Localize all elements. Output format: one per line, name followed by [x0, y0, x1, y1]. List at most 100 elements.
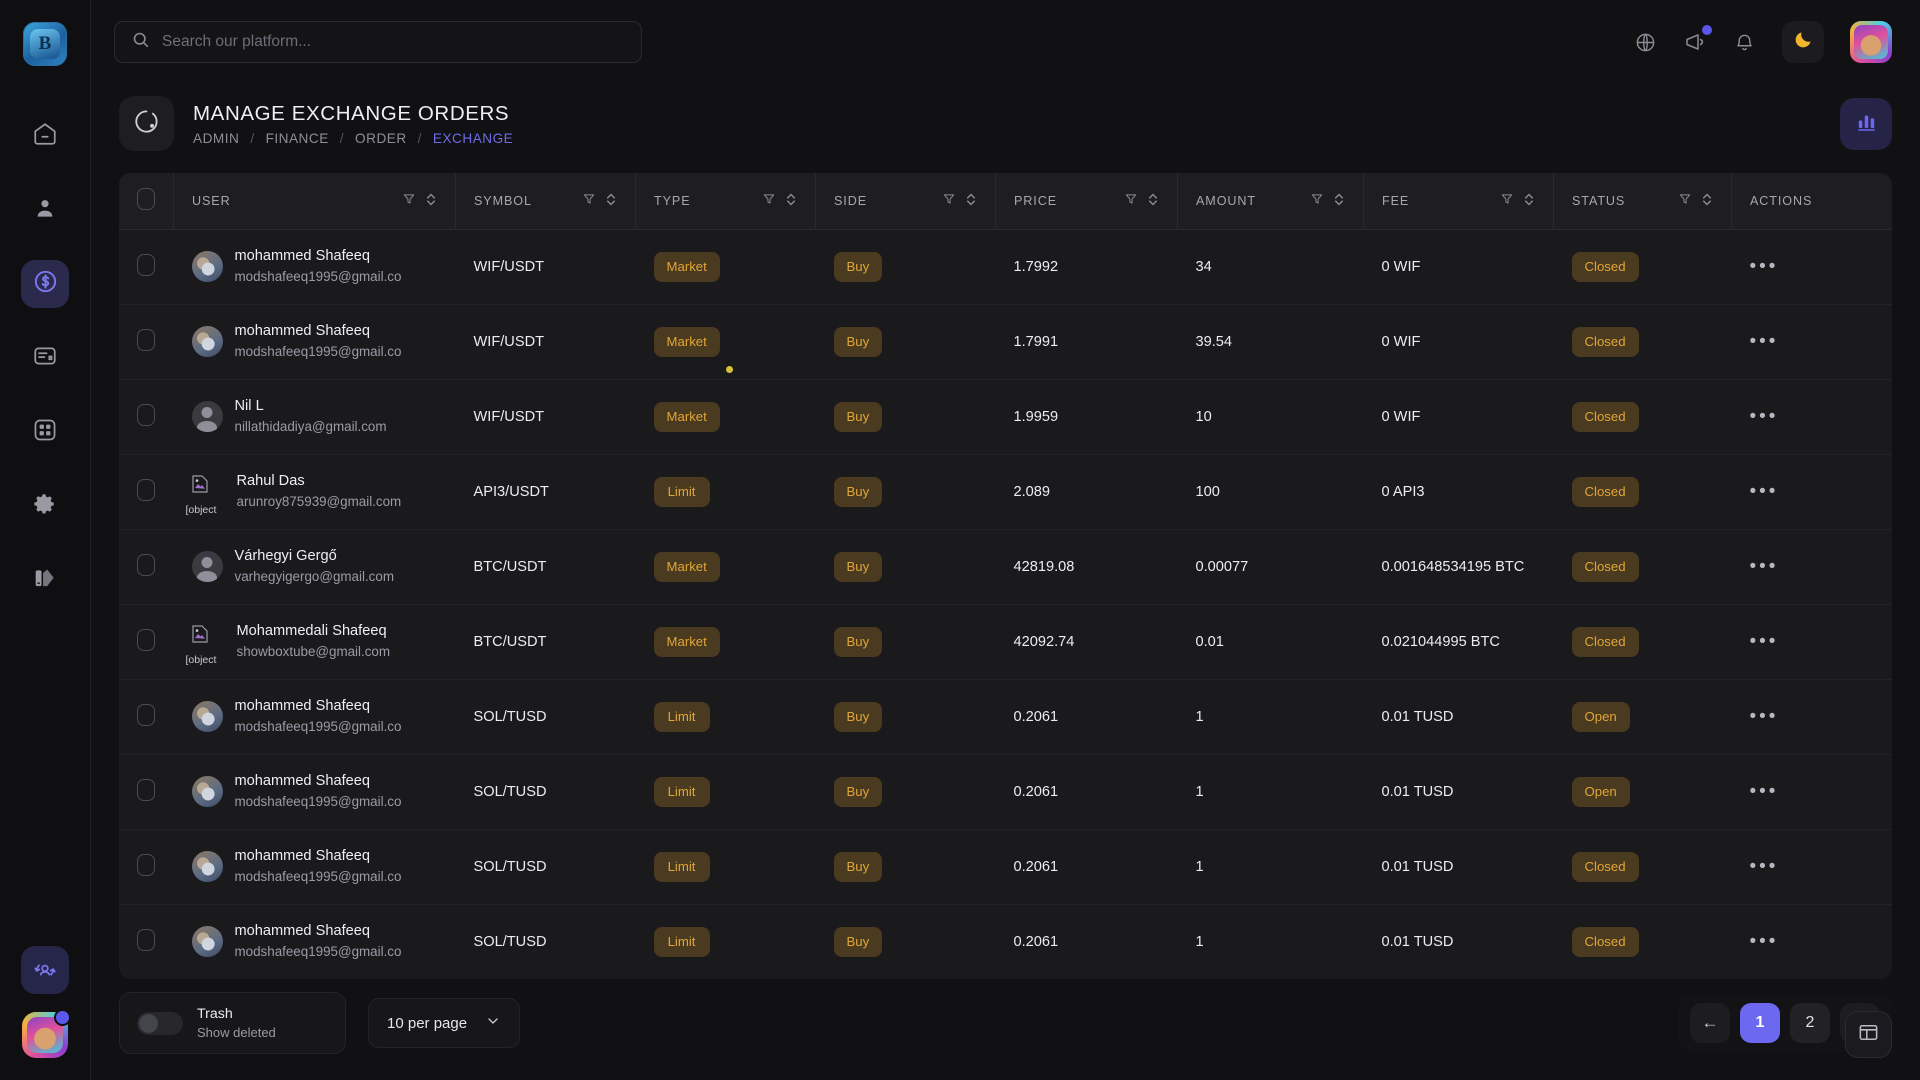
sidebar-item-settings[interactable]: [21, 482, 69, 530]
filter-icon[interactable]: [1124, 192, 1138, 209]
search-bar[interactable]: [114, 21, 642, 63]
sort-icon[interactable]: [605, 192, 617, 210]
sort-icon[interactable]: [1147, 192, 1159, 210]
filter-icon[interactable]: [582, 192, 596, 209]
side-badge[interactable]: Buy: [834, 852, 883, 882]
row-actions-button[interactable]: •••: [1750, 556, 1779, 577]
trash-toggle[interactable]: [137, 1012, 183, 1035]
trash-toggle-card[interactable]: Trash Show deleted: [119, 992, 346, 1054]
sort-icon[interactable]: [965, 192, 977, 210]
row-actions-button[interactable]: •••: [1750, 781, 1779, 802]
row-checkbox[interactable]: [137, 329, 155, 351]
row-actions-button[interactable]: •••: [1750, 706, 1779, 727]
breadcrumb-item-exchange[interactable]: EXCHANGE: [433, 131, 513, 146]
type-badge[interactable]: Market: [654, 627, 720, 657]
notifications-icon[interactable]: [1733, 31, 1756, 54]
status-badge[interactable]: Open: [1572, 702, 1630, 732]
table-row[interactable]: mohammed Shafeeqmodshafeeq1995@gmail.coS…: [119, 754, 1892, 829]
status-badge[interactable]: Open: [1572, 777, 1630, 807]
status-badge[interactable]: Closed: [1572, 327, 1639, 357]
table-row[interactable]: mohammed Shafeeqmodshafeeq1995@gmail.coW…: [119, 304, 1892, 379]
type-badge[interactable]: Limit: [654, 477, 710, 507]
table-row[interactable]: [objectMohammedali Shafeeqshowboxtube@gm…: [119, 604, 1892, 679]
theme-toggle-button[interactable]: [1782, 21, 1824, 63]
user-switch-icon[interactable]: [21, 946, 69, 994]
topbar-avatar[interactable]: [1850, 21, 1892, 63]
pagination-page-2[interactable]: 2: [1790, 1003, 1830, 1043]
side-badge[interactable]: Buy: [834, 627, 883, 657]
row-checkbox[interactable]: [137, 254, 155, 276]
status-badge[interactable]: Closed: [1572, 252, 1639, 282]
status-badge[interactable]: Closed: [1572, 627, 1639, 657]
filter-icon[interactable]: [942, 192, 956, 209]
type-badge[interactable]: Limit: [654, 927, 710, 957]
type-badge[interactable]: Market: [654, 252, 720, 282]
search-input[interactable]: [162, 33, 625, 51]
brand-logo[interactable]: B: [23, 22, 67, 66]
type-badge[interactable]: Limit: [654, 852, 710, 882]
side-badge[interactable]: Buy: [834, 327, 883, 357]
type-badge[interactable]: Market: [654, 402, 720, 432]
row-checkbox[interactable]: [137, 629, 155, 651]
status-badge[interactable]: Closed: [1572, 477, 1639, 507]
sidebar-item-users[interactable]: [21, 186, 69, 234]
breadcrumb-item-finance[interactable]: FINANCE: [266, 131, 329, 146]
type-badge[interactable]: Market: [654, 552, 720, 582]
side-badge[interactable]: Buy: [834, 402, 883, 432]
side-badge[interactable]: Buy: [834, 702, 883, 732]
side-badge[interactable]: Buy: [834, 927, 883, 957]
sidebar-item-theme[interactable]: [21, 556, 69, 604]
row-checkbox[interactable]: [137, 704, 155, 726]
row-actions-button[interactable]: •••: [1750, 856, 1779, 877]
sort-icon[interactable]: [1333, 192, 1345, 210]
sidebar-profile-avatar[interactable]: [22, 1012, 68, 1058]
table-row[interactable]: mohammed Shafeeqmodshafeeq1995@gmail.coS…: [119, 679, 1892, 754]
row-actions-button[interactable]: •••: [1750, 481, 1779, 502]
status-badge[interactable]: Closed: [1572, 552, 1639, 582]
pagination-page-1[interactable]: 1: [1740, 1003, 1780, 1043]
status-badge[interactable]: Closed: [1572, 852, 1639, 882]
table-row[interactable]: mohammed Shafeeqmodshafeeq1995@gmail.coW…: [119, 229, 1892, 304]
type-badge[interactable]: Limit: [654, 777, 710, 807]
filter-icon[interactable]: [402, 192, 416, 209]
status-badge[interactable]: Closed: [1572, 402, 1639, 432]
row-checkbox[interactable]: [137, 779, 155, 801]
select-all-checkbox[interactable]: [137, 188, 155, 210]
side-badge[interactable]: Buy: [834, 777, 883, 807]
side-badge[interactable]: Buy: [834, 252, 883, 282]
table-row[interactable]: Várhegyi Gergővarhegyigergo@gmail.comBTC…: [119, 529, 1892, 604]
sort-icon[interactable]: [1523, 192, 1535, 210]
row-actions-button[interactable]: •••: [1750, 256, 1779, 277]
per-page-select[interactable]: 10 per page: [368, 998, 520, 1048]
row-checkbox[interactable]: [137, 554, 155, 576]
sort-icon[interactable]: [425, 192, 437, 210]
filter-icon[interactable]: [1310, 192, 1324, 209]
sidebar-item-home[interactable]: [21, 112, 69, 160]
sort-icon[interactable]: [1701, 192, 1713, 210]
side-badge[interactable]: Buy: [834, 477, 883, 507]
analytics-button[interactable]: [1840, 98, 1892, 150]
row-actions-button[interactable]: •••: [1750, 331, 1779, 352]
type-badge[interactable]: Market: [654, 327, 720, 357]
row-actions-button[interactable]: •••: [1750, 931, 1779, 952]
pagination-prev[interactable]: ←: [1690, 1003, 1730, 1043]
layout-toggle-button[interactable]: [1845, 1011, 1892, 1058]
table-row[interactable]: Nil Lnillathidadiya@gmail.comWIF/USDTMar…: [119, 379, 1892, 454]
row-actions-button[interactable]: •••: [1750, 631, 1779, 652]
type-badge[interactable]: Limit: [654, 702, 710, 732]
row-checkbox[interactable]: [137, 404, 155, 426]
table-row[interactable]: mohammed Shafeeqmodshafeeq1995@gmail.coS…: [119, 904, 1892, 979]
table-row[interactable]: mohammed Shafeeqmodshafeeq1995@gmail.coS…: [119, 829, 1892, 904]
filter-icon[interactable]: [762, 192, 776, 209]
row-checkbox[interactable]: [137, 854, 155, 876]
filter-icon[interactable]: [1500, 192, 1514, 209]
filter-icon[interactable]: [1678, 192, 1692, 209]
breadcrumb-item-order[interactable]: ORDER: [355, 131, 407, 146]
status-badge[interactable]: Closed: [1572, 927, 1639, 957]
sidebar-item-content[interactable]: [21, 334, 69, 382]
row-checkbox[interactable]: [137, 929, 155, 951]
side-badge[interactable]: Buy: [834, 552, 883, 582]
breadcrumb-item-admin[interactable]: ADMIN: [193, 131, 239, 146]
sidebar-item-apps[interactable]: [21, 408, 69, 456]
language-icon[interactable]: [1634, 31, 1657, 54]
